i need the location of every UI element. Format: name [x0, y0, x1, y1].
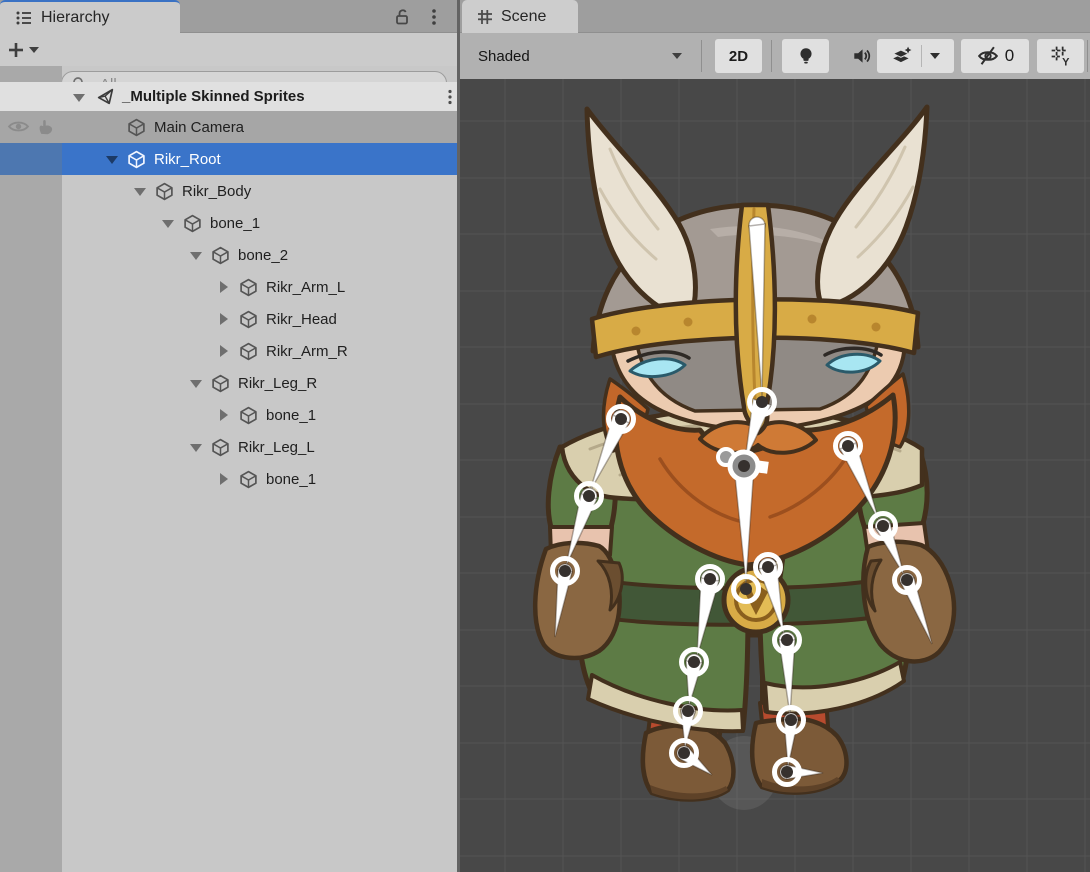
item-label: bone_1: [266, 407, 316, 424]
gameobject-cube-icon: [127, 118, 146, 137]
hierarchy-item-rikr-root[interactable]: Rikr_Root: [0, 143, 457, 175]
hierarchy-item-main-camera[interactable]: Main Camera: [0, 111, 457, 143]
speaker-icon: [851, 46, 873, 66]
foldout-triangle[interactable]: [217, 311, 231, 327]
hierarchy-item-bone1[interactable]: bone_1: [0, 207, 457, 239]
item-label: Rikr_Arm_L: [266, 279, 345, 296]
effects-dropdown-caret[interactable]: [930, 53, 940, 59]
item-label: Main Camera: [154, 119, 244, 136]
hierarchy-list-icon: [14, 8, 34, 28]
item-label: Rikr_Arm_R: [266, 343, 348, 360]
2d-toggle-button[interactable]: 2D: [715, 39, 762, 73]
draw-mode-dropdown[interactable]: Shaded: [466, 39, 694, 73]
2d-label: 2D: [729, 48, 748, 65]
scene-canvas[interactable]: [460, 79, 1090, 872]
picking-hand-icon[interactable]: [36, 117, 55, 136]
foldout-triangle[interactable]: [105, 151, 119, 167]
foldout-triangle[interactable]: [189, 375, 203, 391]
hierarchy-item-rikr-body[interactable]: Rikr_Body: [0, 175, 457, 207]
hierarchy-panel: Hierarchy: [0, 0, 457, 872]
eye-visibility-icon[interactable]: [7, 118, 30, 135]
grid-axis-label: Y: [1062, 56, 1070, 67]
unity-scene-icon: [96, 87, 115, 106]
gameobject-cube-icon: [239, 406, 258, 425]
foldout-triangle[interactable]: [217, 279, 231, 295]
hierarchy-item-rikr-arm-l[interactable]: Rikr_Arm_L: [0, 271, 457, 303]
spacer: [105, 119, 119, 135]
hierarchy-item-rikr-arm-r[interactable]: Rikr_Arm_R: [0, 335, 457, 367]
gameobject-cube-icon: [211, 246, 230, 265]
item-label: bone_2: [238, 247, 288, 264]
hierarchy-item-bone2[interactable]: bone_2: [0, 239, 457, 271]
hierarchy-tabstrip: Hierarchy: [0, 0, 457, 33]
unity-editor-window: { "hierarchy_panel": { "tab_title": "Hie…: [0, 0, 1090, 872]
scene-foldout-triangle[interactable]: [72, 89, 86, 105]
gameobject-cube-icon: [239, 278, 258, 297]
item-label: bone_1: [266, 471, 316, 488]
gameobject-cube-icon: [127, 150, 146, 169]
gameobject-cube-icon: [183, 214, 202, 233]
scene-panel: Scene Shaded 2D: [460, 0, 1090, 872]
hierarchy-item-rikr-leg-r[interactable]: Rikr_Leg_R: [0, 367, 457, 399]
foldout-triangle[interactable]: [189, 247, 203, 263]
create-dropdown-caret: [29, 47, 39, 53]
foldout-triangle[interactable]: [217, 343, 231, 359]
kebab-menu-icon[interactable]: [424, 7, 444, 27]
lightbulb-icon: [796, 46, 816, 66]
item-label: Rikr_Leg_R: [238, 375, 317, 392]
foldout-triangle[interactable]: [133, 183, 147, 199]
scene-row-kebab-icon[interactable]: [442, 88, 458, 106]
hierarchy-item-rikr-head[interactable]: Rikr_Head: [0, 303, 457, 335]
unlock-icon[interactable]: [392, 7, 412, 27]
item-label: bone_1: [210, 215, 260, 232]
hierarchy-item-rikr-leg-l[interactable]: Rikr_Leg_L: [0, 431, 457, 463]
hidden-objects-button[interactable]: 0: [961, 39, 1029, 73]
tab-scene-label: Scene: [501, 8, 546, 26]
hierarchy-search-row: [0, 33, 457, 66]
eye-hidden-icon: [976, 46, 1000, 66]
gameobject-cube-icon: [239, 342, 258, 361]
scene-toolbar: Shaded 2D: [460, 33, 1090, 79]
grid-axis-icon: Y: [1050, 45, 1072, 67]
gameobject-cube-icon: [211, 374, 230, 393]
toolbar-separator: [701, 40, 702, 72]
scene-asset-label: _Multiple Skinned Sprites: [122, 88, 305, 105]
tab-scene[interactable]: Scene: [462, 0, 578, 33]
plus-icon: [6, 40, 26, 60]
item-label: Rikr_Body: [182, 183, 251, 200]
item-label: Rikr_Root: [154, 151, 221, 168]
gameobject-cube-icon: [155, 182, 174, 201]
scene-grid-icon: [476, 8, 494, 26]
scene-tabstrip: Scene: [460, 0, 1090, 33]
toolbar-separator: [771, 40, 772, 72]
grid-visibility-button[interactable]: Y: [1037, 39, 1084, 73]
foldout-triangle[interactable]: [161, 215, 175, 231]
tab-hierarchy-label: Hierarchy: [41, 9, 109, 27]
hidden-count-label: 0: [1005, 46, 1014, 66]
hierarchy-item-legr-bone1[interactable]: bone_1: [0, 399, 457, 431]
gameobject-cube-icon: [239, 470, 258, 489]
gameobject-cube-icon: [239, 310, 258, 329]
toolbar-separator: [1087, 40, 1088, 72]
create-object-button[interactable]: [6, 37, 46, 62]
item-label: Rikr_Leg_L: [238, 439, 315, 456]
scene-lighting-button[interactable]: [782, 39, 829, 73]
scene-viewport[interactable]: [460, 79, 1090, 872]
scene-asset-row[interactable]: _Multiple Skinned Sprites: [0, 82, 457, 111]
tab-hierarchy[interactable]: Hierarchy: [0, 0, 180, 33]
hierarchy-item-legl-bone1[interactable]: bone_1: [0, 463, 457, 495]
button-divider: [921, 45, 922, 67]
foldout-triangle[interactable]: [189, 439, 203, 455]
draw-mode-label: Shaded: [478, 48, 530, 65]
scene-effects-button-group[interactable]: [877, 39, 954, 73]
foldout-triangle[interactable]: [217, 407, 231, 423]
effects-layers-icon: [891, 46, 913, 66]
item-label: Rikr_Head: [266, 311, 337, 328]
foldout-triangle[interactable]: [217, 471, 231, 487]
gameobject-cube-icon: [211, 438, 230, 457]
draw-mode-caret: [672, 53, 682, 59]
